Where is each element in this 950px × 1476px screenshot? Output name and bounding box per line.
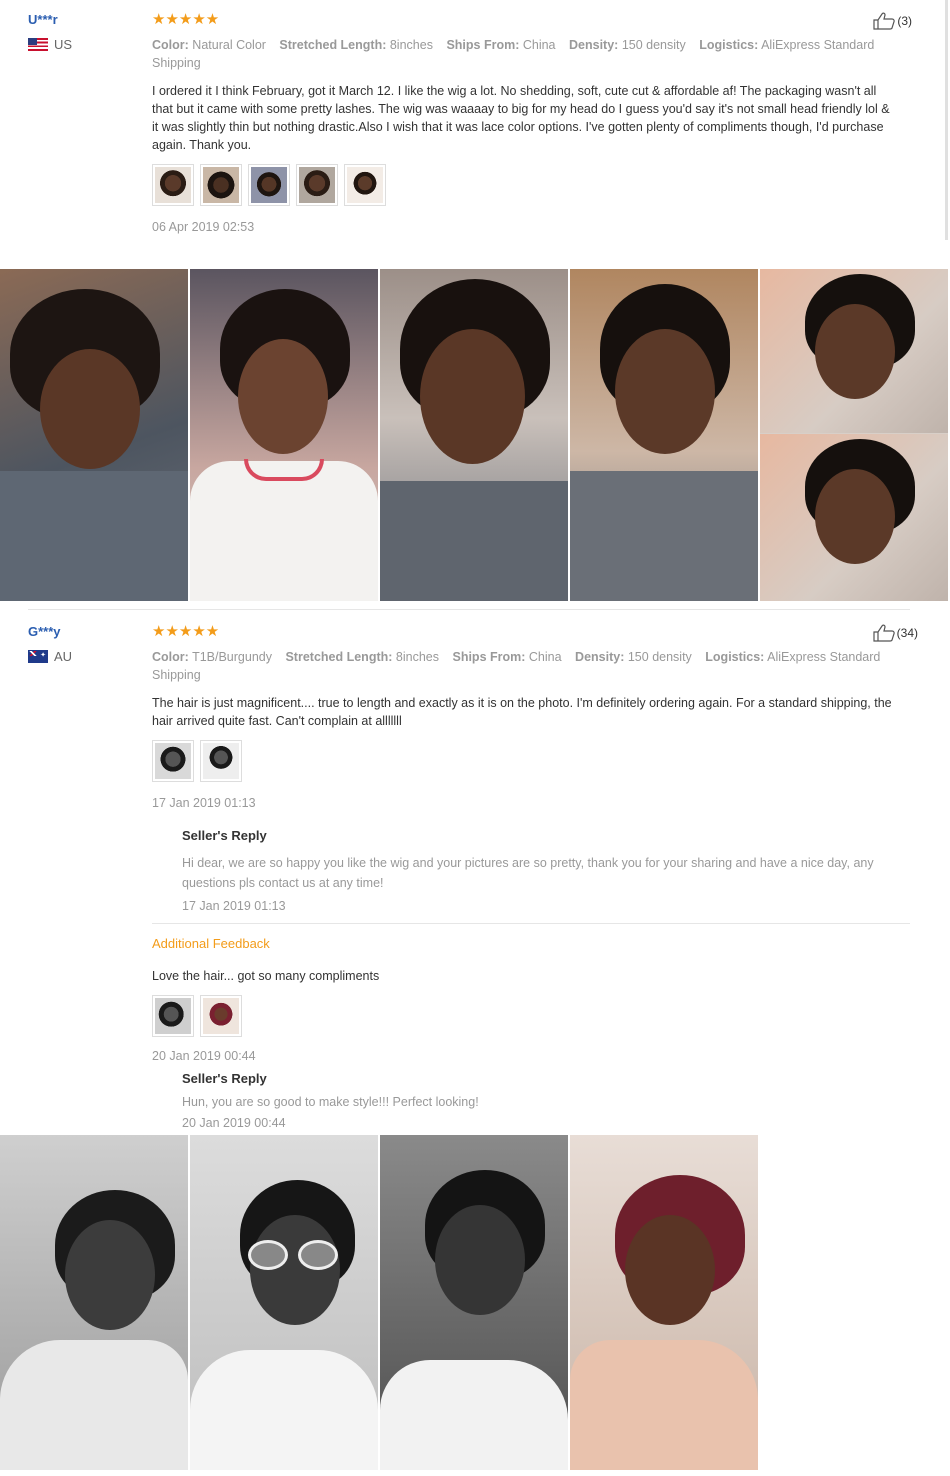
additional-feedback-divider: [152, 923, 910, 924]
country-code: US: [54, 37, 73, 52]
seller-reply-date: 17 Jan 2019 01:13: [182, 899, 286, 913]
review-photo[interactable]: [190, 269, 378, 601]
attr-key: Ships From:: [452, 650, 526, 664]
us-flag-icon: [28, 38, 48, 51]
review-thumbnail[interactable]: [296, 164, 338, 206]
thumbs-up-icon: [873, 624, 895, 642]
review-date: 06 Apr 2019 02:53: [152, 220, 255, 234]
review-thumbnail[interactable]: [200, 164, 242, 206]
attr-key: Logistics:: [699, 38, 759, 52]
helpful-button[interactable]: (3): [873, 12, 912, 30]
seller-reply-title: Seller's Reply: [182, 828, 267, 843]
product-attributes: Color: T1B/Burgundy Stretched Length: 8i…: [152, 648, 897, 684]
review-text: The hair is just magnificent.... true to…: [152, 696, 892, 728]
attr-key: Density:: [575, 650, 625, 664]
attr-value: China: [522, 38, 556, 52]
attr-key: Logistics:: [705, 650, 765, 664]
seller-reply-date: 20 Jan 2019 00:44: [182, 1116, 286, 1130]
attr-key: Stretched Length:: [279, 38, 387, 52]
reviewer-name[interactable]: U***r: [28, 12, 72, 27]
attr-value: China: [528, 650, 562, 664]
attr-value: T1B/Burgundy: [192, 650, 272, 664]
review-thumbnail[interactable]: [344, 164, 386, 206]
review-photo[interactable]: [760, 269, 948, 601]
review-thumbnail[interactable]: [152, 740, 194, 782]
thumbs-up-icon: [873, 12, 895, 30]
attr-value: 8inches: [395, 650, 439, 664]
review-1: U***r US ★★★★★ (3) Color: Natural Color …: [0, 0, 950, 270]
reviewer-country: AU: [28, 649, 72, 664]
review-1-photo-strip: [0, 269, 950, 601]
review-thumbnail[interactable]: [200, 995, 242, 1037]
review-body: ★★★★★ (34) Color: T1B/Burgundy Stretched…: [152, 623, 918, 1130]
seller-reply-title: Seller's Reply: [182, 1071, 267, 1086]
seller-reply: Seller's Reply Hi dear, we are so happy …: [182, 828, 912, 913]
reviewer-info: G***y AU: [28, 624, 72, 664]
reviewer-info: U***r US: [28, 12, 72, 52]
review-thumbnail[interactable]: [248, 164, 290, 206]
helpful-count: (34): [896, 626, 918, 640]
review-2-photo-strip: [0, 1135, 758, 1470]
review-text: I ordered it I think February, got it Ma…: [152, 84, 890, 152]
reviewer-name[interactable]: G***y: [28, 624, 72, 639]
review-thumbnail[interactable]: [152, 164, 194, 206]
review-photo[interactable]: [190, 1135, 378, 1470]
additional-feedback-title: Additional Feedback: [152, 936, 270, 951]
attr-key: Color:: [152, 38, 189, 52]
additional-thumbnails: [152, 995, 912, 1037]
attr-value: 150 density: [621, 38, 686, 52]
star-rating: ★★★★★: [152, 11, 220, 28]
review-photo[interactable]: [380, 1135, 568, 1470]
attr-key: Stretched Length:: [285, 650, 393, 664]
review-thumbnails: [152, 740, 912, 782]
country-code: AU: [54, 649, 73, 664]
seller-reply: Seller's Reply Hun, you are so good to m…: [182, 1071, 912, 1130]
review-photo[interactable]: [0, 1135, 188, 1470]
review-photo[interactable]: [380, 269, 568, 601]
review-thumbnail[interactable]: [152, 995, 194, 1037]
review-thumbnail[interactable]: [200, 740, 242, 782]
helpful-count: (3): [897, 14, 912, 28]
product-attributes: Color: Natural Color Stretched Length: 8…: [152, 36, 897, 72]
star-rating: ★★★★★: [152, 623, 220, 640]
attr-value: Natural Color: [192, 38, 266, 52]
helpful-button[interactable]: (34): [873, 624, 918, 642]
review-photo[interactable]: [0, 269, 188, 601]
review-body: ★★★★★ (3) Color: Natural Color Stretched…: [152, 12, 912, 234]
attr-value: 150 density: [627, 650, 692, 664]
additional-feedback-date: 20 Jan 2019 00:44: [152, 1049, 256, 1063]
attr-key: Density:: [569, 38, 619, 52]
review-photo[interactable]: [570, 1135, 758, 1470]
attr-key: Ships From:: [446, 38, 520, 52]
additional-feedback-text: Love the hair... got so many compliments: [152, 969, 380, 983]
review-photo[interactable]: [570, 269, 758, 601]
attr-key: Color:: [152, 650, 189, 664]
review-2: G***y AU ★★★★★ (34) Color: T1B/Burgundy …: [0, 610, 950, 1135]
au-flag-icon: [28, 650, 48, 663]
seller-reply-text: Hi dear, we are so happy you like the wi…: [182, 856, 874, 890]
scrollbar-track[interactable]: [945, 0, 948, 240]
reviewer-country: US: [28, 37, 72, 52]
seller-reply-text: Hun, you are so good to make style!!! Pe…: [182, 1095, 479, 1109]
attr-value: 8inches: [389, 38, 433, 52]
review-date: 17 Jan 2019 01:13: [152, 796, 256, 810]
review-thumbnails: [152, 164, 912, 206]
